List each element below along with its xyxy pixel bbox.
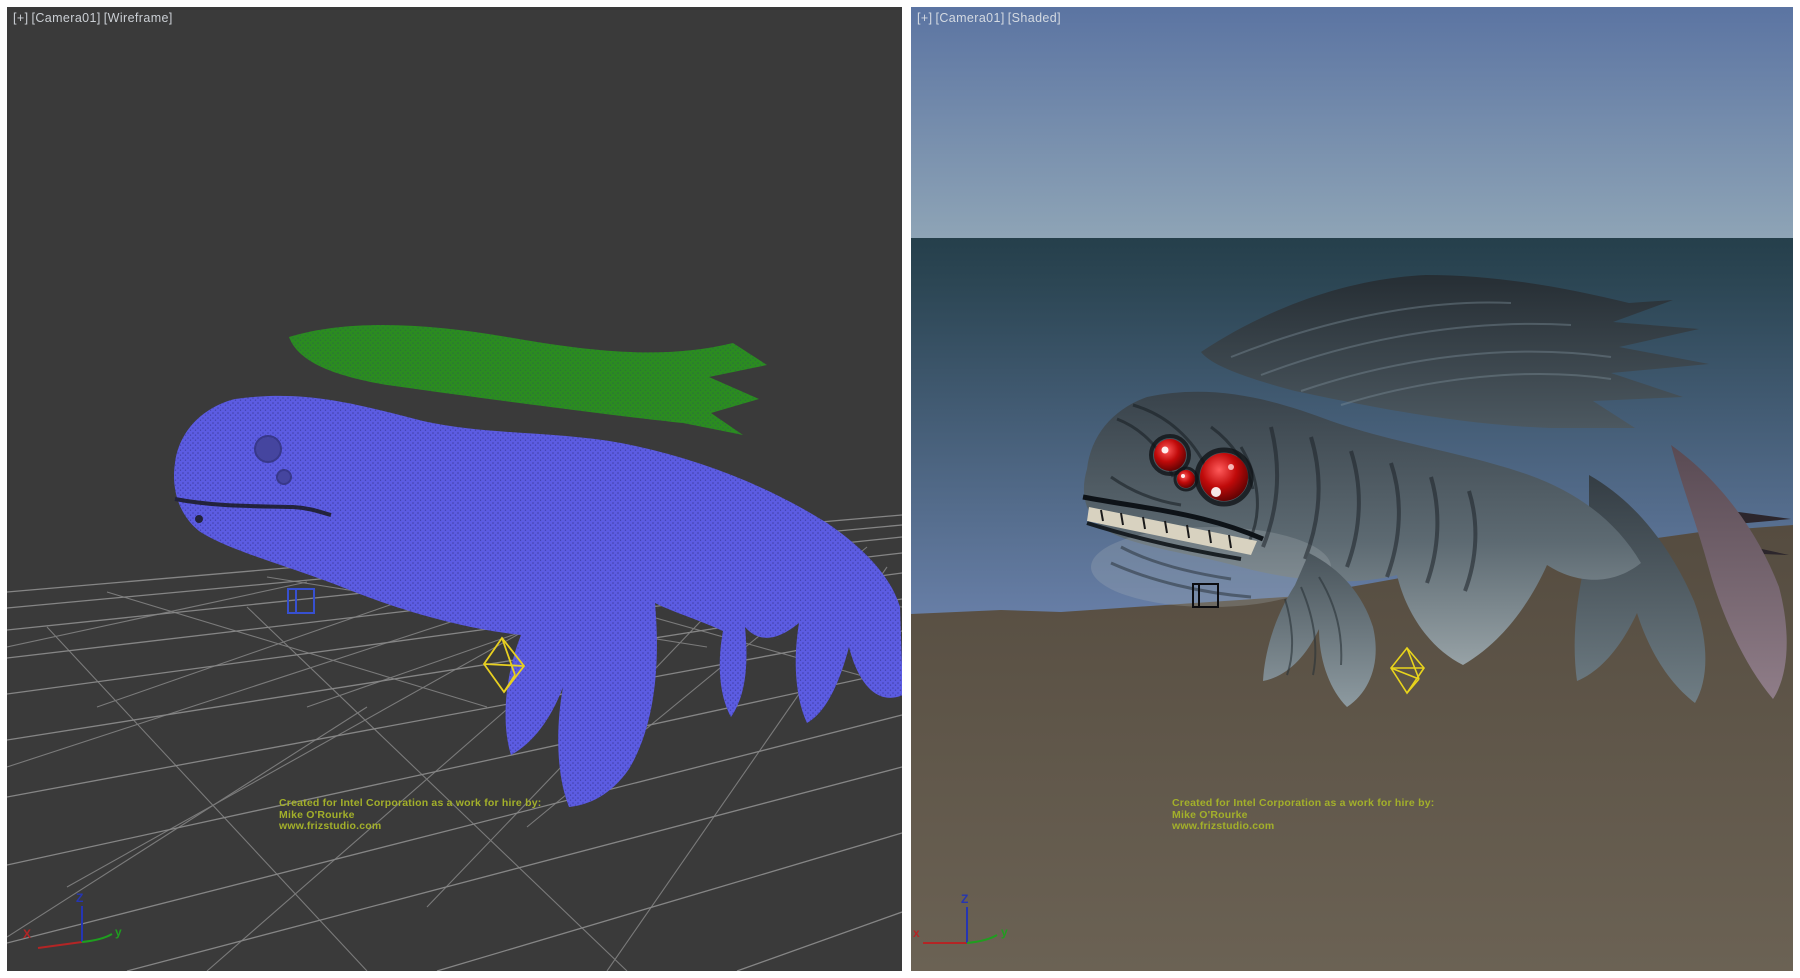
watermark-line-1: Created for Intel Corporation as a work … [279,798,541,810]
watermark-line-1: Created for Intel Corporation as a work … [1172,798,1434,810]
viewport-shading-menu[interactable]: [Shaded] [1008,11,1061,25]
fish-model-wireframe[interactable] [174,325,902,807]
mouth-shadow-dot [195,515,203,523]
fish-eye-outline-large [255,436,281,462]
axis-z-label: Z [961,892,968,906]
world-axis-gizmo: X Z y [23,891,122,948]
axis-x-line [38,942,82,948]
axis-x-label: x [913,926,920,940]
eye-large [1200,453,1248,501]
copyright-watermark: Created for Intel Corporation as a work … [279,798,541,833]
watermark-line-3: www.frizstudio.com [279,821,541,833]
viewport-shaded[interactable]: x Z y [+] [Camera01] [Shaded] Created fo… [911,7,1793,971]
eye-medium [1154,439,1186,471]
axis-y-label: y [115,925,122,939]
sky-background [911,7,1793,238]
viewport-overlay-menu[interactable]: [+] [917,11,932,25]
axis-z-label: Z [76,891,83,905]
axis-y-label: y [1001,925,1008,939]
eye-small [1177,470,1195,488]
viewport-overlay-menu[interactable]: [+] [13,11,28,25]
watermark-line-3: www.frizstudio.com [1172,821,1434,833]
axis-x-label: X [23,927,31,941]
viewport-wireframe[interactable]: X Z y [+] [Camera01] [Wireframe] Created… [7,7,902,971]
fish-eye-outline-small [277,470,291,484]
copyright-watermark: Created for Intel Corporation as a work … [1172,798,1434,833]
dual-viewport-frame: X Z y [+] [Camera01] [Wireframe] Created… [0,0,1800,978]
viewport-shading-menu[interactable]: [Wireframe] [104,11,173,25]
viewport-label-shaded: [+] [Camera01] [Shaded] [917,11,1061,25]
viewport-pov-menu[interactable]: [Camera01] [935,11,1004,25]
viewport-pov-menu[interactable]: [Camera01] [31,11,100,25]
axis-y-line [82,934,112,942]
viewport-label-wireframe: [+] [Camera01] [Wireframe] [13,11,173,25]
